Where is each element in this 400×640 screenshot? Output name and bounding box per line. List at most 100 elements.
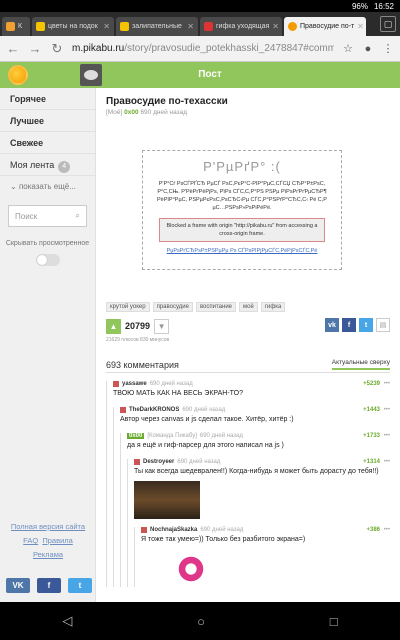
- avatar[interactable]: [80, 64, 102, 86]
- comment-team-tag: [Команда Пикабу]: [147, 433, 197, 439]
- menu-icon[interactable]: ⋮: [382, 42, 394, 55]
- back-icon[interactable]: ◁: [62, 613, 72, 629]
- comment-menu-icon[interactable]: •••: [384, 433, 390, 439]
- show-more-link[interactable]: ⌄ показать ещё...: [0, 176, 95, 197]
- frame-link[interactable]: РџРѕРґСЂРѕР±РЅРµРµ Рѕ СЃРѕРІРјРµСЃС‚РёРј…: [143, 248, 341, 254]
- frame-error: Blocked a frame with origin "http://pika…: [159, 218, 325, 242]
- frame-text: Р'Р°Сѓ РѕСЃРҐСЂ РµСЃ РѕС,РєР°С-РІР°РµС,С…: [157, 181, 327, 211]
- comment-image[interactable]: [171, 551, 211, 587]
- clock: 16:52: [373, 1, 394, 11]
- pikabu-logo[interactable]: [8, 65, 28, 85]
- tab-2[interactable]: цветы на подок ✕: [32, 17, 114, 36]
- address-field[interactable]: m.pikabu.ru/story/pravosudie_potekhasski…: [72, 39, 334, 59]
- close-tab-icon[interactable]: ✕: [187, 22, 194, 31]
- browser-tabs: К цветы на подок ✕ залипательные ✕ гифка у…: [0, 12, 400, 36]
- tab-switcher-icon[interactable]: ▢: [380, 16, 396, 32]
- comment-user[interactable]: Destroyeer: [143, 459, 174, 465]
- share-buttons: vk f t ▤: [325, 318, 390, 332]
- comment-user[interactable]: TheDarkKRONOS: [129, 407, 179, 413]
- sidebar-item-feed[interactable]: Моя лента 4: [0, 154, 95, 176]
- avatar: [113, 381, 119, 387]
- home-icon[interactable]: ○: [197, 614, 205, 629]
- sort-tab[interactable]: Актуальные сверху: [331, 359, 390, 370]
- comment-time: 690 дней назад: [200, 527, 244, 533]
- avatar: [141, 527, 147, 533]
- comment: TheDarkKRONOS 690 дней назад +1443 ••• Авт…: [113, 407, 390, 587]
- favicon-icon: [6, 22, 15, 31]
- reload-icon[interactable]: ↻: [50, 41, 64, 57]
- tab-5-active[interactable]: Правосудие по-т ✕: [284, 17, 366, 36]
- sidebar: Горячее Лучшее Свежее Моя лента 4 ⌄ показ…: [0, 88, 96, 602]
- post-rating: 20799: [125, 321, 151, 331]
- upvote-button[interactable]: ▲: [106, 318, 121, 334]
- downvote-button[interactable]: ▼: [154, 318, 170, 334]
- comment-score: +386: [366, 527, 380, 533]
- tab-3[interactable]: залипательные ✕: [116, 17, 198, 36]
- sidebar-links: Полная версия сайта FAQ Правила Реклама: [0, 520, 96, 562]
- facebook-share-button[interactable]: f: [342, 318, 356, 332]
- comment: yassawe 690 дней назад +5239 ••• ТВОЮ МАТЬ…: [106, 381, 390, 587]
- comment-menu-icon[interactable]: •••: [384, 381, 390, 387]
- tag[interactable]: моё: [239, 302, 258, 312]
- tab-4[interactable]: гифка уходящая ✕: [200, 17, 282, 36]
- hide-viewed-toggle[interactable]: [35, 254, 60, 266]
- star-icon[interactable]: ☆: [342, 42, 354, 55]
- favicon-icon: [204, 22, 213, 31]
- comments-count: 693 комментария: [106, 360, 179, 370]
- close-tab-icon[interactable]: ✕: [272, 22, 279, 31]
- faq-link[interactable]: FAQ: [23, 536, 38, 545]
- sidebar-item-best[interactable]: Лучшее: [0, 110, 95, 132]
- vk-share-button[interactable]: vk: [325, 318, 339, 332]
- site-header: Пост: [0, 62, 400, 88]
- close-tab-icon[interactable]: ✕: [357, 22, 364, 31]
- frame-heading: Р'РµРґР° :(: [203, 159, 281, 174]
- comment-image[interactable]: [134, 481, 200, 519]
- comment-menu-icon[interactable]: •••: [384, 527, 390, 533]
- comment-time: 690 дней назад: [199, 433, 243, 439]
- sidebar-item-hot[interactable]: Горячее: [0, 88, 95, 110]
- comment-user[interactable]: 0x00: [127, 433, 145, 439]
- mic-icon[interactable]: ●: [362, 43, 374, 55]
- rules-link[interactable]: Правила: [42, 536, 72, 545]
- ads-link[interactable]: Реклама: [33, 550, 63, 559]
- recents-icon[interactable]: □: [330, 614, 338, 629]
- comment-time: 690 дней назад: [177, 459, 221, 465]
- search-input[interactable]: Поиск ⌕: [8, 205, 87, 227]
- save-icon[interactable]: ▤: [376, 318, 390, 332]
- feed-count-badge: 4: [58, 161, 71, 173]
- full-version-link[interactable]: Полная версия сайта: [11, 522, 85, 531]
- comment-menu-icon[interactable]: •••: [384, 459, 390, 465]
- vk-share-button[interactable]: VK: [6, 578, 30, 593]
- avatar: [134, 459, 140, 465]
- comment-text: ТВОЮ МАТЬ КАК НА ВЕСЬ ЭКРАН-ТО?: [113, 390, 243, 397]
- url-bar: ← → ↻ m.pikabu.ru/story/pravosudie_potek…: [0, 36, 400, 62]
- comment-text: Ты как всегда шедеврален!!) Когда-нибудь…: [134, 468, 379, 475]
- toggle-knob: [36, 255, 47, 265]
- comment-score: +1314: [363, 459, 380, 465]
- back-icon[interactable]: ←: [6, 41, 20, 56]
- comment-menu-icon[interactable]: •••: [384, 407, 390, 413]
- post-author[interactable]: 0x00: [124, 109, 138, 116]
- comment-user[interactable]: NochnajaSkazka: [150, 527, 197, 533]
- comment-user[interactable]: yassawe: [122, 381, 147, 387]
- tab-1[interactable]: К: [2, 17, 30, 36]
- android-nav-bar: ◁ ○ □: [0, 602, 400, 640]
- sidebar-item-new[interactable]: Свежее: [0, 132, 95, 154]
- tag[interactable]: воспитание: [195, 302, 237, 312]
- tag[interactable]: правосудие: [152, 302, 193, 312]
- comment-score: +1443: [363, 407, 380, 413]
- close-tab-icon[interactable]: ✕: [103, 22, 110, 31]
- twitter-share-button[interactable]: t: [68, 578, 92, 593]
- post-meta: [Моё] 0x00 690 дней назад: [106, 109, 188, 116]
- comment-text: Я тоже так умею=)) Только без разбитого …: [141, 536, 306, 543]
- embedded-frame: Р'РµРґР° :( Р'Р°Сѓ РѕСЃРҐСЂ РµСЃ РѕС,РєР…: [142, 150, 342, 270]
- rating-row: ▲ 20799 ▼ vk f t ▤: [106, 318, 390, 334]
- facebook-share-button[interactable]: f: [37, 578, 61, 593]
- tag[interactable]: крутой уокер: [106, 302, 150, 312]
- forward-icon[interactable]: →: [28, 41, 42, 56]
- post-title[interactable]: Правосудие по-техасски: [106, 96, 390, 107]
- twitter-share-button[interactable]: t: [359, 318, 373, 332]
- tag[interactable]: гифка: [260, 302, 286, 312]
- hide-viewed-label: Скрывать просмотренное: [5, 240, 90, 247]
- search-icon[interactable]: ⌕: [76, 211, 80, 221]
